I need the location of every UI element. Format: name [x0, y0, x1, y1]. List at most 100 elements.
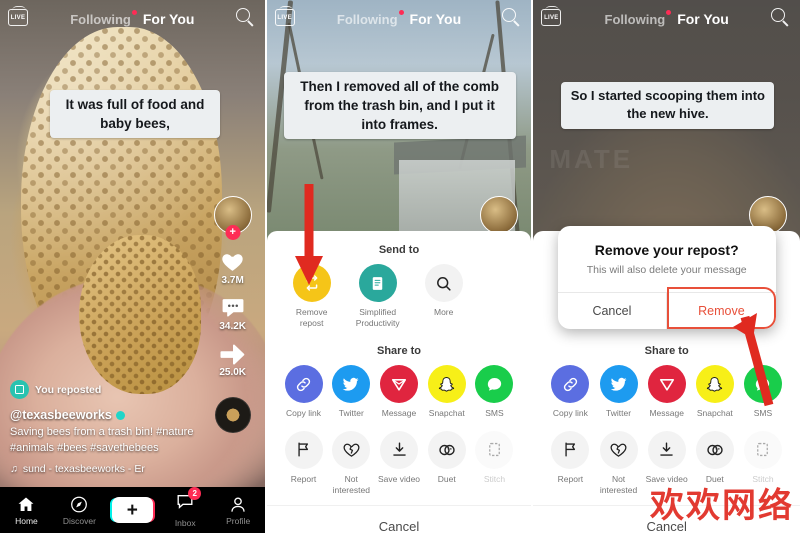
- action-report[interactable]: Report: [547, 430, 593, 485]
- nav-item-home[interactable]: Home: [2, 495, 50, 526]
- download-icon: [380, 430, 418, 469]
- screenshot-stage: LIVE Following For You It was full of fo…: [0, 0, 800, 533]
- share-sms[interactable]: SMS: [472, 365, 518, 419]
- sms-bubble-icon: [475, 365, 514, 404]
- tab-for-you[interactable]: For You: [677, 11, 729, 27]
- nav-item-create[interactable]: +: [108, 497, 156, 523]
- share-twitter-label: Twitter: [338, 408, 364, 419]
- person-icon: [231, 496, 245, 512]
- plus-create-icon[interactable]: +: [111, 497, 153, 523]
- share-message[interactable]: Message: [376, 365, 422, 419]
- live-icon[interactable]: LIVE: [541, 6, 562, 26]
- username[interactable]: @texasbeeworks: [10, 408, 198, 422]
- tab-following[interactable]: Following: [604, 9, 672, 27]
- comment-button[interactable]: 34.2K: [219, 295, 246, 332]
- repost-banner: You reposted: [10, 380, 198, 400]
- share-message[interactable]: Message: [644, 365, 690, 419]
- duet-icon: [427, 430, 466, 469]
- live-icon[interactable]: LIVE: [274, 6, 295, 26]
- document-icon: [358, 264, 397, 302]
- nav-item-inbox[interactable]: 2 Inbox: [161, 487, 209, 528]
- flag-icon: [284, 430, 323, 469]
- live-icon[interactable]: LIVE: [8, 6, 28, 26]
- bird-icon: [610, 378, 627, 391]
- sheet-cancel-button[interactable]: Cancel: [266, 505, 532, 533]
- share-snapchat[interactable]: Snapchat: [692, 365, 738, 419]
- search-icon[interactable]: [502, 8, 521, 27]
- share-snapchat-label: Snapchat: [696, 408, 733, 419]
- share-copy-link[interactable]: Copy link: [281, 365, 327, 419]
- share-copy-link-label: Copy link: [552, 408, 588, 419]
- action-report[interactable]: Report: [281, 430, 327, 485]
- heart-icon: [222, 254, 243, 271]
- music-note-icon: ♫: [10, 463, 18, 475]
- bird-icon: [342, 378, 359, 391]
- magnifier-icon: [437, 276, 451, 291]
- home-icon: [19, 497, 34, 511]
- action-save-video[interactable]: Save video: [376, 430, 422, 485]
- document-pen-icon: [372, 276, 383, 290]
- nav-label-profile: Profile: [226, 515, 251, 526]
- action-save-video[interactable]: Save video: [644, 430, 690, 485]
- message-send-icon: [380, 365, 418, 404]
- paper-plane-icon: [659, 379, 674, 391]
- action-not-interested[interactable]: Not interested: [595, 430, 641, 495]
- repost-label: You reposted: [35, 383, 102, 396]
- tab-following-label: Following: [70, 11, 131, 27]
- action-duet[interactable]: Duet: [692, 430, 738, 485]
- tab-following[interactable]: Following: [70, 9, 137, 27]
- twitter-bird-icon: [332, 365, 371, 404]
- panel-feed: LIVE Following For You It was full of fo…: [0, 0, 267, 533]
- action-stitch[interactable]: Stitch: [472, 430, 518, 485]
- tab-for-you[interactable]: For You: [143, 11, 195, 27]
- tab-following[interactable]: Following: [337, 9, 404, 27]
- nav-item-profile[interactable]: Profile: [214, 495, 262, 526]
- dialog-subtitle: This will also delete your message: [586, 264, 747, 276]
- video-caption: It was full of food and baby bees,: [50, 90, 220, 139]
- heart-break-icon: [610, 444, 627, 458]
- share-twitter-label: Twitter: [606, 408, 632, 419]
- send-to-simplified-productivity[interactable]: Simplified Productivity: [353, 264, 403, 328]
- action-not-interested[interactable]: Not interested: [328, 430, 374, 495]
- share-copy-link[interactable]: Copy link: [547, 365, 593, 419]
- paper-plane-icon: [391, 379, 407, 391]
- follow-plus-icon[interactable]: +: [225, 225, 241, 240]
- music-row[interactable]: ♫ sund - texasbeeworks - Er: [10, 463, 198, 475]
- avatar[interactable]: +: [213, 196, 252, 240]
- download-arrow-icon: [660, 442, 673, 457]
- top-bar: LIVE Following For You: [533, 6, 800, 32]
- broken-heart-icon: [599, 430, 638, 469]
- following-notification-dot: [131, 9, 137, 15]
- tab-for-you[interactable]: For You: [410, 11, 462, 27]
- search-icon[interactable]: [771, 8, 790, 27]
- video-caption: Then I removed all of the comb from the …: [283, 72, 516, 140]
- share-to-row: Copy link Twitter Message Snapchat SMS: [267, 365, 532, 419]
- share-button[interactable]: 25.0K: [219, 341, 247, 378]
- share-twitter[interactable]: Twitter: [328, 365, 374, 419]
- like-button[interactable]: 3.7M: [219, 249, 246, 286]
- send-to-more[interactable]: More: [419, 264, 469, 318]
- two-circles-icon: [707, 444, 723, 456]
- share-snapchat[interactable]: Snapchat: [424, 365, 470, 419]
- search-icon[interactable]: [235, 8, 255, 27]
- share-twitter[interactable]: Twitter: [595, 365, 641, 419]
- action-stitch[interactable]: Stitch: [740, 430, 786, 485]
- nav-label-inbox: Inbox: [174, 518, 196, 528]
- top-bar: LIVE Following For You: [0, 6, 265, 32]
- nav-item-discover[interactable]: Discover: [55, 495, 103, 526]
- tab-following-label: Following: [604, 11, 666, 27]
- action-not-interested-label: Not interested: [332, 473, 370, 495]
- send-to-simplified-productivity-label: Simplified Productivity: [355, 307, 400, 328]
- dialog-cancel-button[interactable]: Cancel: [558, 293, 667, 329]
- ghost-icon: [707, 376, 723, 392]
- link-icon: [551, 365, 590, 404]
- stitch-icon: [475, 430, 514, 469]
- search-icon: [424, 264, 463, 302]
- username-label: @texasbeeworks: [10, 408, 112, 423]
- twitter-bird-icon: [599, 365, 638, 404]
- action-duet[interactable]: Duet: [424, 430, 470, 485]
- chain-link-icon: [296, 377, 311, 391]
- share-to-title: Share to: [377, 345, 422, 358]
- broken-heart-icon: [332, 430, 371, 469]
- music-disc-icon[interactable]: [214, 397, 251, 433]
